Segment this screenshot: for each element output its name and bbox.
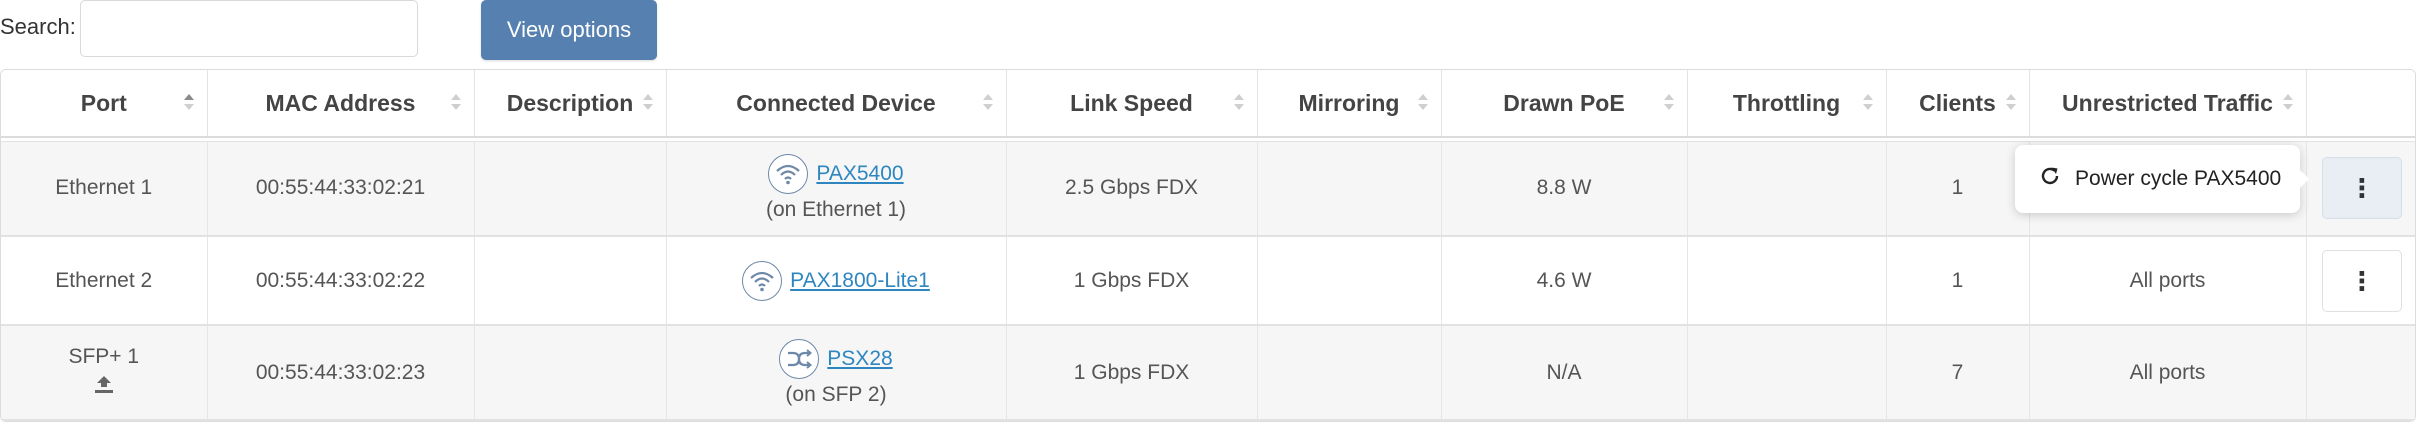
col-header-label: Port	[80, 89, 127, 116]
mirroring-cell	[1257, 236, 1442, 326]
sort-icon	[2282, 92, 2294, 114]
table-row: Ethernet 2 00:55:44:33:02:22 PAX1800-Lit…	[1, 236, 2415, 326]
mac-cell: 00:55:44:33:02:21	[207, 141, 475, 237]
sort-icon	[450, 92, 462, 114]
col-header-label: Mirroring	[1298, 89, 1400, 116]
drawn-poe-cell: 4.6 W	[1441, 236, 1688, 326]
unrestricted-traffic-cell: All ports	[2029, 325, 2307, 421]
link-speed-cell: 1 Gbps FDX	[1006, 236, 1258, 326]
col-header-port[interactable]: Port	[1, 70, 208, 138]
col-header-description[interactable]: Description	[474, 70, 667, 138]
mirroring-cell	[1257, 141, 1442, 237]
uplink-icon	[68, 373, 139, 401]
sort-icon	[1663, 92, 1675, 114]
wifi-icon	[768, 154, 809, 195]
clients-cell: 1	[1886, 141, 2030, 237]
col-header-label: MAC Address	[265, 89, 416, 116]
throttling-cell	[1687, 325, 1887, 421]
device-sub-label: (on Ethernet 1)	[765, 198, 907, 222]
sort-icon	[1862, 92, 1874, 114]
clients-cell: 1	[1886, 236, 2030, 326]
search-label: Search:	[0, 14, 76, 39]
col-header-clients[interactable]: Clients	[1886, 70, 2030, 138]
sort-icon	[1417, 92, 1429, 114]
mac-cell: 00:55:44:33:02:23	[207, 325, 475, 421]
switch-icon	[779, 338, 820, 379]
drawn-poe-cell: N/A	[1441, 325, 1688, 421]
throttling-cell	[1687, 236, 1887, 326]
actions-cell: ⋮	[2306, 141, 2415, 237]
col-header-mac[interactable]: MAC Address	[207, 70, 475, 138]
sort-icon	[1233, 92, 1245, 114]
view-options-button[interactable]: View options	[481, 0, 657, 60]
search-bar: Search: View options	[0, 0, 2416, 64]
kebab-icon: ⋮	[2348, 265, 2375, 296]
power-cycle-menu-item[interactable]: Power cycle PAX5400	[2015, 145, 2309, 213]
clients-cell: 7	[1886, 325, 2030, 421]
col-header-unrestricted-traffic[interactable]: Unrestricted Traffic	[2029, 70, 2307, 138]
actions-cell: ⋮	[2306, 236, 2415, 326]
port-cell: Ethernet 2	[1, 236, 208, 326]
port-cell: Ethernet 1	[1, 141, 208, 237]
col-header-connected-device[interactable]: Connected Device	[666, 70, 1007, 138]
search-input[interactable]	[80, 0, 418, 57]
device-link[interactable]: PAX5400	[816, 162, 903, 186]
row-actions-button[interactable]: ⋮	[2321, 249, 2402, 312]
mac-cell: 00:55:44:33:02:22	[207, 236, 475, 326]
table-row: SFP+ 1 00:55:44:33:02:23 PSX28 (on SFP 2…	[1, 325, 2415, 421]
link-speed-cell: 1 Gbps FDX	[1006, 325, 1258, 421]
refresh-icon	[2039, 165, 2061, 193]
unrestricted-traffic-cell: All ports	[2029, 236, 2307, 326]
device-link[interactable]: PSX28	[827, 347, 892, 371]
col-header-mirroring[interactable]: Mirroring	[1257, 70, 1442, 138]
col-header-label: Connected Device	[736, 89, 936, 116]
wifi-icon	[742, 260, 783, 301]
actions-cell	[2306, 325, 2415, 421]
sort-icon	[2005, 92, 2017, 114]
col-header-label: Unrestricted Traffic	[2062, 89, 2273, 116]
table-header-row: Port MAC Address Description Connected D…	[1, 70, 2415, 138]
sort-icon	[642, 92, 654, 114]
drawn-poe-cell: 8.8 W	[1441, 141, 1688, 237]
col-header-link-speed[interactable]: Link Speed	[1006, 70, 1258, 138]
link-speed-cell: 2.5 Gbps FDX	[1006, 141, 1258, 237]
description-cell	[474, 236, 667, 326]
col-header-throttling[interactable]: Throttling	[1687, 70, 1887, 138]
device-link[interactable]: PAX1800-Lite1	[790, 269, 930, 293]
port-label: SFP+ 1	[68, 344, 140, 368]
power-cycle-label: Power cycle PAX5400	[2075, 167, 2282, 190]
col-header-label: Link Speed	[1070, 89, 1193, 116]
description-cell	[474, 141, 667, 237]
description-cell	[474, 325, 667, 421]
device-sub-label: (on SFP 2)	[785, 382, 887, 406]
connected-device-cell: PAX1800-Lite1	[666, 236, 1007, 326]
mirroring-cell	[1257, 325, 1442, 421]
col-header-drawn-poe[interactable]: Drawn PoE	[1441, 70, 1688, 138]
row-actions-button[interactable]: ⋮	[2321, 157, 2402, 220]
col-header-actions	[2306, 70, 2415, 138]
ports-table: Port MAC Address Description Connected D…	[0, 69, 2416, 422]
connected-device-cell: PAX5400 (on Ethernet 1)	[666, 141, 1007, 237]
col-header-label: Description	[506, 89, 634, 116]
col-header-label: Drawn PoE	[1503, 89, 1625, 116]
port-cell: SFP+ 1	[1, 325, 208, 421]
sort-ascending-icon	[183, 92, 195, 114]
connected-device-cell: PSX28 (on SFP 2)	[666, 325, 1007, 421]
col-header-label: Throttling	[1732, 89, 1841, 116]
throttling-cell	[1687, 141, 1887, 237]
col-header-label: Clients	[1919, 89, 1996, 116]
sort-icon	[982, 92, 994, 114]
kebab-icon: ⋮	[2348, 173, 2375, 204]
